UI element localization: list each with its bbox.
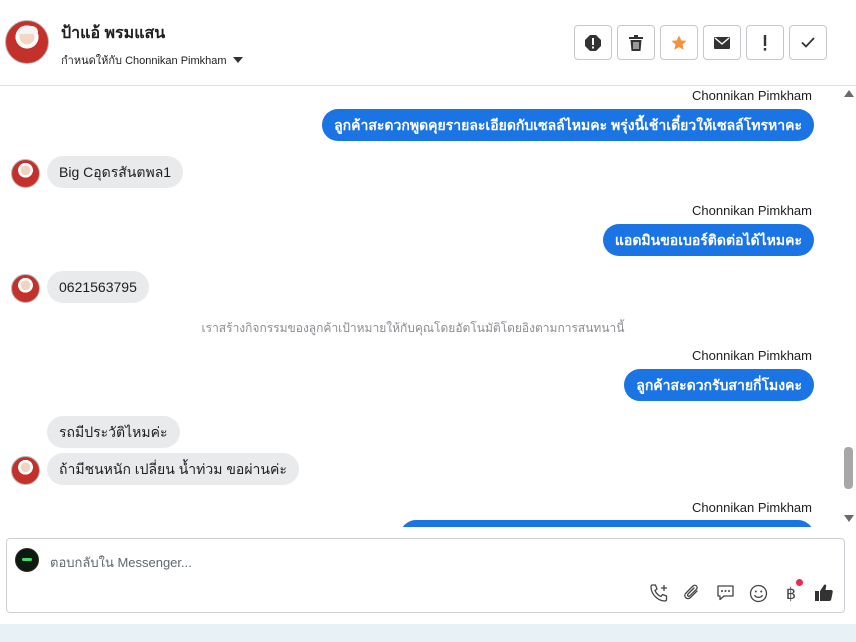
system-notice: เราสร้างกิจกรรมของลูกค้าเป้าหมายให้กับคุ… <box>201 321 625 335</box>
phone-plus-icon <box>650 584 668 602</box>
notification-dot <box>796 579 803 586</box>
mark-unread-button[interactable] <box>703 25 741 60</box>
trash-icon <box>629 34 643 51</box>
scroll-up-arrow-icon[interactable] <box>844 90 854 97</box>
incoming-message[interactable]: ถ้ามีชนหนัก เปลี่ยน น้ำท่วม ขอผ่านค่ะ <box>47 453 299 485</box>
chat-bubble-icon <box>716 585 734 601</box>
thread-scrollbar[interactable] <box>842 87 856 527</box>
delete-button[interactable] <box>617 25 655 60</box>
contact-avatar-small[interactable] <box>11 274 40 303</box>
header-actions <box>574 25 827 60</box>
smiley-icon <box>749 584 767 602</box>
message-thread[interactable]: Chonnikan Pimkham ลูกค้าสะดวกพูดคุยรายละ… <box>0 87 840 527</box>
spam-icon <box>585 34 601 51</box>
like-button[interactable] <box>814 582 834 604</box>
star-icon <box>671 35 687 50</box>
baht-icon: ฿ <box>785 583 797 603</box>
payment-button[interactable]: ฿ <box>781 579 803 604</box>
composer-tools: ฿ <box>649 579 834 604</box>
messenger-inbox-view: ป้าแอ้ พรมแสน กำหนดให้กับ Chonnikan Pimk… <box>0 0 856 642</box>
checkmark-icon <box>801 37 815 48</box>
emoji-button[interactable] <box>748 582 768 604</box>
thumbs-up-icon <box>815 584 833 601</box>
page-avatar <box>15 548 39 572</box>
contact-avatar-small[interactable] <box>11 159 40 188</box>
contact-avatar-small[interactable] <box>11 456 40 485</box>
outgoing-message[interactable]: แอดมินขอเบอร์ติดต่อได้ไหมคะ <box>602 224 814 256</box>
contact-name[interactable]: ป้าแอ้ พรมแสน <box>61 21 165 46</box>
assignee-dropdown[interactable]: กำหนดให้กับ Chonnikan Pimkham <box>61 51 243 69</box>
outgoing-message[interactable]: ลูกค้าสะดวกพูดคุยรายละเอียดกับเซลล์ไหมคะ… <box>322 109 814 141</box>
incoming-message[interactable]: Big Cอุดรสันตพล1 <box>47 156 184 188</box>
sender-name: Chonnikan Pimkham <box>692 348 812 363</box>
caret-down-icon <box>232 57 243 63</box>
sender-name: Chonnikan Pimkham <box>692 203 812 218</box>
reply-composer: ฿ <box>6 538 845 613</box>
incoming-message[interactable]: 0621563795 <box>47 271 149 303</box>
scroll-thumb[interactable] <box>844 447 853 489</box>
call-button[interactable] <box>649 582 669 604</box>
paperclip-icon <box>684 584 698 600</box>
star-button[interactable] <box>660 25 698 60</box>
conversation-header: ป้าแอ้ พรมแสน กำหนดให้กับ Chonnikan Pimk… <box>0 0 856 86</box>
bottom-strip <box>0 624 856 642</box>
attach-button[interactable] <box>682 582 702 604</box>
mark-spam-button[interactable] <box>574 25 612 60</box>
incoming-message[interactable]: รถมีประวัติไหมค่ะ <box>47 416 180 448</box>
sender-name: Chonnikan Pimkham <box>692 500 812 515</box>
saved-replies-button[interactable] <box>715 582 735 604</box>
reply-input[interactable] <box>50 551 750 573</box>
sender-name: Chonnikan Pimkham <box>692 88 812 103</box>
assignee-label: กำหนดให้กับ Chonnikan Pimkham <box>61 55 227 67</box>
mark-done-button[interactable] <box>789 25 827 60</box>
exclamation-icon <box>763 34 767 51</box>
follow-up-button[interactable] <box>746 25 784 60</box>
envelope-icon <box>714 36 730 49</box>
outgoing-message[interactable]: ลูกค้าสะดวกรับสายกี่โมงคะ <box>624 369 814 401</box>
outgoing-message-partial[interactable] <box>400 520 814 527</box>
scroll-down-arrow-icon[interactable] <box>844 515 854 522</box>
contact-avatar[interactable] <box>5 20 49 64</box>
